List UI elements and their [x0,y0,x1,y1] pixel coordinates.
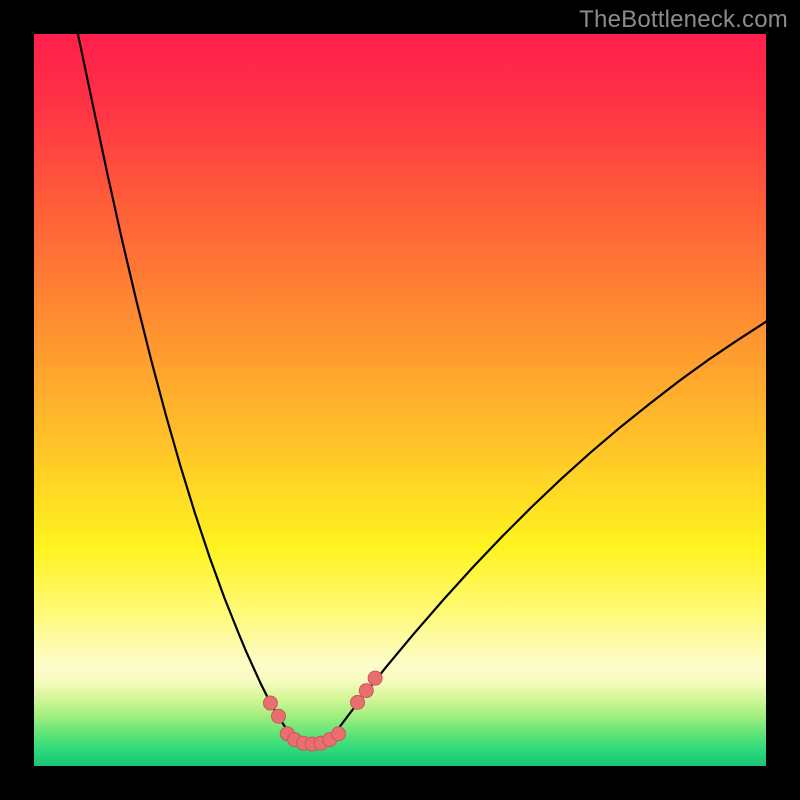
curve-layer [34,34,766,766]
bottleneck-curve [78,34,766,744]
marker-group [263,671,382,751]
m-floor-7 [332,727,346,741]
m-left-2 [271,709,285,723]
watermark-text: TheBottleneck.com [579,6,788,34]
m-right-1 [351,695,365,709]
m-right-2 [359,684,373,698]
m-left-1 [263,696,277,710]
m-right-3 [368,671,382,685]
chart-frame: TheBottleneck.com [0,0,800,800]
